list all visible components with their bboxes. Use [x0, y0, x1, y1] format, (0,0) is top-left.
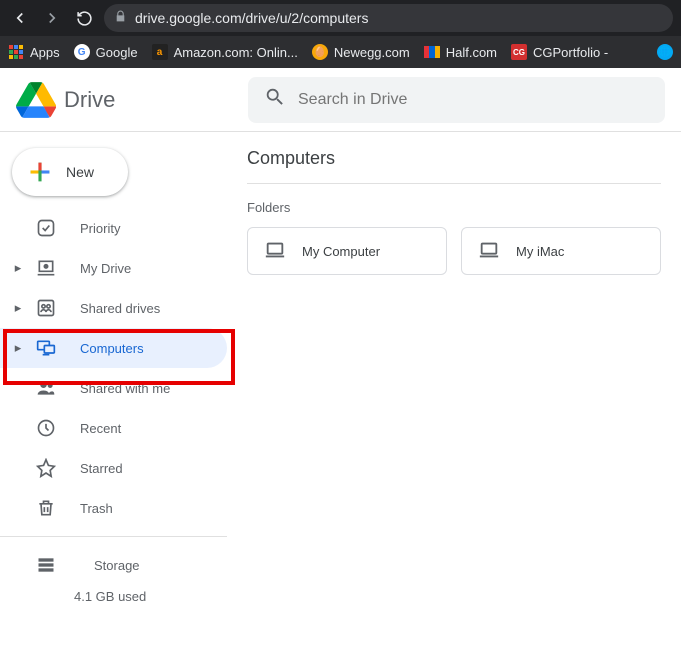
- priority-icon: [34, 216, 58, 240]
- laptop-icon: [264, 239, 286, 264]
- sidebar: New Priority ▸ My Drive ▸ Shared drives …: [0, 132, 227, 604]
- cg-icon: CG: [511, 44, 527, 60]
- new-button-label: New: [66, 164, 94, 180]
- url-text: drive.google.com/drive/u/2/computers: [135, 10, 368, 26]
- bookmark-extra[interactable]: 🌐: [657, 44, 673, 60]
- bookmarks-bar: Apps G Google a Amazon.com: Onlin... 🥚 N…: [0, 36, 681, 68]
- sidebar-item-label: Recent: [80, 421, 121, 436]
- bookmark-label: CGPortfolio -: [533, 45, 608, 60]
- sidebar-item-label: Shared drives: [80, 301, 160, 316]
- bookmark-label: Half.com: [446, 45, 497, 60]
- sidebar-item-recent[interactable]: Recent: [0, 408, 227, 448]
- bookmark-half[interactable]: Half.com: [424, 44, 497, 60]
- app-name: Drive: [64, 87, 115, 113]
- recent-icon: [34, 416, 58, 440]
- sidebar-item-priority[interactable]: Priority: [0, 208, 227, 248]
- folder-card[interactable]: My Computer: [247, 227, 447, 275]
- address-bar[interactable]: drive.google.com/drive/u/2/computers: [104, 4, 673, 32]
- sidebar-item-label: Shared with me: [80, 381, 170, 396]
- google-icon: G: [74, 44, 90, 60]
- apps-icon: [8, 44, 24, 60]
- amazon-icon: a: [152, 44, 168, 60]
- back-button[interactable]: [8, 6, 32, 30]
- sidebar-item-shared-drives[interactable]: ▸ Shared drives: [0, 288, 227, 328]
- bookmark-newegg[interactable]: 🥚 Newegg.com: [312, 44, 410, 60]
- plus-icon: [26, 158, 54, 186]
- lock-icon: [114, 10, 127, 26]
- bookmark-amazon[interactable]: a Amazon.com: Onlin...: [152, 44, 298, 60]
- chevron-right-icon[interactable]: ▸: [12, 340, 24, 356]
- chevron-right-icon[interactable]: ▸: [12, 260, 24, 276]
- sidebar-item-storage[interactable]: Storage: [0, 545, 227, 585]
- reload-button[interactable]: [72, 6, 96, 30]
- search-box[interactable]: [248, 77, 665, 123]
- search-icon: [264, 86, 286, 113]
- sidebar-item-label: Trash: [80, 501, 113, 516]
- folder-card[interactable]: My iMac: [461, 227, 661, 275]
- sidebar-item-starred[interactable]: Starred: [0, 448, 227, 488]
- sidebar-item-computers[interactable]: ▸ Computers: [0, 328, 227, 368]
- bookmark-apps[interactable]: Apps: [8, 44, 60, 60]
- sidebar-item-shared-with-me[interactable]: Shared with me: [0, 368, 227, 408]
- extra-icon: 🌐: [657, 44, 673, 60]
- chevron-right-icon[interactable]: ▸: [12, 300, 24, 316]
- storage-icon: [34, 553, 58, 577]
- my-drive-icon: [34, 256, 58, 280]
- bookmark-google[interactable]: G Google: [74, 44, 138, 60]
- bookmark-cgportfolio[interactable]: CG CGPortfolio -: [511, 44, 608, 60]
- page-title: Computers: [247, 148, 661, 184]
- folder-label: My iMac: [516, 244, 564, 259]
- laptop-icon: [478, 239, 500, 264]
- newegg-icon: 🥚: [312, 44, 328, 60]
- bookmark-label: Newegg.com: [334, 45, 410, 60]
- browser-toolbar: drive.google.com/drive/u/2/computers: [0, 0, 681, 36]
- half-icon: [424, 44, 440, 60]
- forward-button[interactable]: [40, 6, 64, 30]
- sidebar-item-trash[interactable]: Trash: [0, 488, 227, 528]
- storage-label: Storage: [94, 558, 140, 573]
- bookmark-label: Amazon.com: Onlin...: [174, 45, 298, 60]
- shared-with-me-icon: [34, 376, 58, 400]
- sidebar-item-label: Computers: [80, 341, 144, 356]
- new-button[interactable]: New: [12, 148, 128, 196]
- sidebar-item-label: Priority: [80, 221, 120, 236]
- content-area: Computers Folders My Computer My iMac: [227, 132, 681, 604]
- storage-used-text: 4.1 GB used: [0, 589, 227, 604]
- starred-icon: [34, 456, 58, 480]
- sidebar-item-label: Starred: [80, 461, 123, 476]
- bookmark-label: Google: [96, 45, 138, 60]
- trash-icon: [34, 496, 58, 520]
- search-input[interactable]: [298, 91, 649, 109]
- folder-label: My Computer: [302, 244, 380, 259]
- divider: [0, 536, 227, 537]
- drive-header: Drive: [0, 68, 681, 132]
- drive-logo-icon: [16, 82, 56, 118]
- drive-logo[interactable]: Drive: [16, 82, 236, 118]
- shared-drives-icon: [34, 296, 58, 320]
- bookmark-label: Apps: [30, 45, 60, 60]
- folders-section-label: Folders: [247, 200, 661, 215]
- sidebar-item-label: My Drive: [80, 261, 131, 276]
- sidebar-item-my-drive[interactable]: ▸ My Drive: [0, 248, 227, 288]
- computers-icon: [34, 336, 58, 360]
